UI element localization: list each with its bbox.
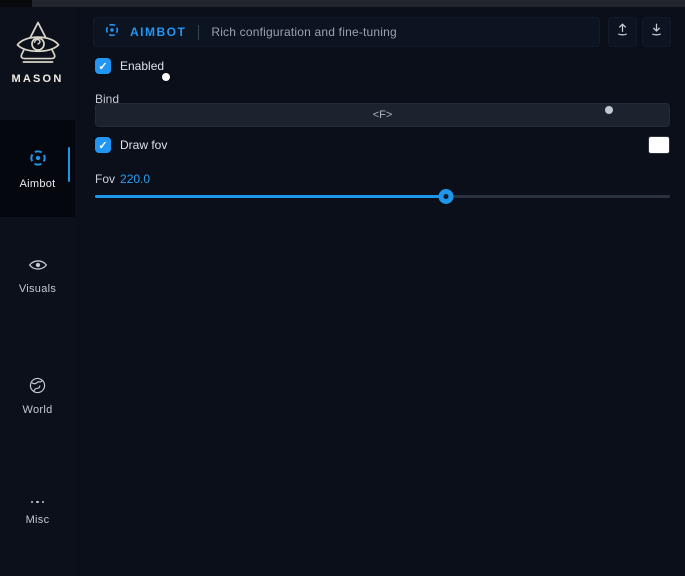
enabled-row: Enabled — [95, 58, 164, 74]
logo-text: MASON — [12, 73, 64, 85]
fov-value: 220.0 — [120, 172, 150, 186]
sidebar-item-misc[interactable]: Misc — [0, 495, 75, 526]
fov-slider[interactable] — [95, 188, 670, 204]
ellipsis-icon — [31, 495, 45, 509]
sidebar-item-world[interactable]: World — [0, 377, 75, 416]
main-content: AIMBOT Rich configuration and fine-tunin… — [75, 7, 685, 576]
crosshair-icon — [28, 148, 48, 173]
eye-icon — [28, 257, 48, 278]
bind-key-input[interactable]: <F> — [95, 103, 670, 127]
globe-icon — [29, 377, 46, 399]
sidebar-item-visuals[interactable]: Visuals — [0, 257, 75, 295]
sidebar-item-label: World — [22, 404, 52, 416]
sidebar-item-label: Visuals — [19, 283, 56, 295]
download-icon — [649, 22, 664, 42]
header-separator — [198, 25, 199, 40]
sidebar: MASON Aimbot Visuals — [0, 7, 75, 576]
draw-fov-label: Draw fov — [120, 138, 167, 152]
window-top-strip — [0, 0, 685, 7]
export-config-button[interactable] — [608, 17, 637, 47]
enabled-checkbox[interactable] — [95, 58, 111, 74]
cursor-dot — [162, 73, 170, 81]
active-indicator-bar — [68, 147, 70, 182]
cursor-dot-secondary — [605, 106, 613, 114]
fov-color-swatch[interactable] — [648, 136, 670, 154]
crosshair-icon — [104, 22, 120, 43]
window-top-strip-corner — [0, 0, 32, 7]
page-title: AIMBOT — [130, 25, 186, 39]
fov-slider-fill — [95, 195, 446, 198]
logo: MASON — [0, 20, 75, 85]
fov-label: Fov — [95, 172, 115, 186]
sidebar-item-label: Aimbot — [19, 178, 55, 190]
page-subtitle: Rich configuration and fine-tuning — [211, 25, 397, 39]
sidebar-item-label: Misc — [26, 514, 50, 526]
page-header: AIMBOT Rich configuration and fine-tunin… — [93, 17, 600, 47]
upload-icon — [615, 22, 630, 42]
draw-fov-checkbox[interactable] — [95, 137, 111, 153]
sidebar-item-aimbot[interactable]: Aimbot — [0, 120, 75, 217]
eye-pyramid-icon — [12, 20, 64, 68]
bind-key-value: <F> — [373, 109, 393, 121]
mason-menu-window: MASON Aimbot Visuals — [0, 0, 685, 576]
fov-label-row: Fov 220.0 — [95, 172, 150, 186]
fov-slider-thumb[interactable] — [439, 189, 454, 204]
import-config-button[interactable] — [642, 17, 671, 47]
draw-fov-row: Draw fov — [95, 137, 167, 153]
enabled-label: Enabled — [120, 59, 164, 73]
